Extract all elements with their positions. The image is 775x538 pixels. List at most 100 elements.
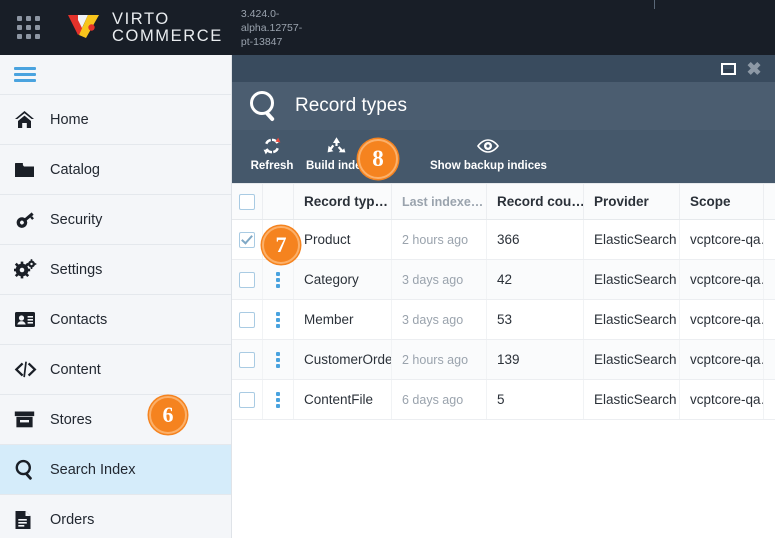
- column-header-record-count[interactable]: Record cou…: [487, 184, 584, 219]
- table-row[interactable]: Category 3 days ago 42 ElasticSearch vcp…: [232, 260, 775, 300]
- row-end-cell: [764, 300, 775, 339]
- row-checkbox[interactable]: [239, 311, 255, 328]
- sidebar-item-search-index[interactable]: Search Index: [0, 445, 231, 495]
- page-title: Record types: [295, 95, 407, 116]
- column-header-record-type[interactable]: Record typ…: [294, 184, 392, 219]
- cell-last-indexed: 6 days ago: [392, 380, 487, 419]
- brand-text: VIRTO COMMERCE: [112, 9, 223, 45]
- row-select-cell[interactable]: [232, 300, 263, 339]
- cell-provider: ElasticSearch: [584, 260, 680, 299]
- sidebar-toggle-button[interactable]: [0, 55, 231, 95]
- sidebar-item-label: Search Index: [50, 461, 136, 478]
- cell-last-indexed: 2 hours ago: [392, 340, 487, 379]
- grid-header-actions-cell: [263, 184, 294, 219]
- row-actions-cell[interactable]: [263, 340, 294, 379]
- row-menu-icon[interactable]: [276, 311, 280, 328]
- blade-header: Record types: [232, 82, 775, 130]
- refresh-button[interactable]: Refresh: [250, 135, 294, 172]
- close-blade-button[interactable]: ✖: [741, 59, 767, 79]
- row-menu-icon[interactable]: [276, 271, 280, 288]
- cell-record-count: 139: [487, 340, 584, 379]
- row-checkbox[interactable]: [239, 231, 255, 248]
- eye-icon: [476, 135, 500, 157]
- record-types-grid: Record typ… Last indexe… Record cou… Pro…: [232, 183, 775, 479]
- restore-window-button[interactable]: [715, 59, 741, 79]
- gears-icon: [14, 258, 44, 282]
- sidebar-item-content[interactable]: Content: [0, 345, 231, 395]
- apps-grid-button[interactable]: [0, 0, 56, 55]
- table-row[interactable]: CustomerOrde 2 hours ago 139 ElasticSear…: [232, 340, 775, 380]
- row-checkbox[interactable]: [239, 271, 255, 288]
- callout-badge-6: 6: [149, 396, 187, 434]
- sidebar-item-settings[interactable]: Settings: [0, 245, 231, 295]
- row-actions-cell[interactable]: [263, 380, 294, 419]
- row-end-cell: [764, 380, 775, 419]
- row-select-cell[interactable]: [232, 380, 263, 419]
- close-icon: ✖: [746, 58, 762, 79]
- table-row[interactable]: ContentFile 6 days ago 5 ElasticSearch v…: [232, 380, 775, 420]
- row-menu-icon[interactable]: [276, 351, 280, 368]
- cell-last-indexed: 3 days ago: [392, 260, 487, 299]
- select-all-checkbox[interactable]: [239, 193, 255, 210]
- sidebar-item-label: Home: [50, 111, 89, 128]
- cell-record-type: ContentFile: [294, 380, 392, 419]
- cell-provider: ElasticSearch: [584, 300, 680, 339]
- row-select-cell[interactable]: [232, 220, 263, 259]
- callout-badge-8: 8: [358, 139, 398, 179]
- sidebar-item-security[interactable]: Security: [0, 195, 231, 245]
- cell-record-count: 366: [487, 220, 584, 259]
- cell-scope: vcptcore-qa…: [680, 340, 764, 379]
- cell-scope: vcptcore-qa…: [680, 220, 764, 259]
- sidebar-item-home[interactable]: Home: [0, 95, 231, 145]
- table-row[interactable]: Product 2 hours ago 366 ElasticSearch vc…: [232, 220, 775, 260]
- column-header-provider[interactable]: Provider: [584, 184, 680, 219]
- column-header-scope[interactable]: Scope: [680, 184, 764, 219]
- cell-scope: vcptcore-qa…: [680, 300, 764, 339]
- sidebar-item-catalog[interactable]: Catalog: [0, 145, 231, 195]
- column-config-cell: [764, 184, 775, 219]
- cell-record-type: CustomerOrde: [294, 340, 392, 379]
- sidebar-item-stores[interactable]: Stores: [0, 395, 231, 445]
- key-icon: [14, 208, 44, 232]
- row-select-cell[interactable]: [232, 260, 263, 299]
- show-backup-indices-button[interactable]: Show backup indices: [430, 135, 547, 172]
- brand[interactable]: VIRTO COMMERCE: [66, 9, 223, 45]
- sidebar-item-orders[interactable]: Orders: [0, 495, 231, 538]
- toolbar-button-label: Refresh: [250, 160, 294, 172]
- blade-toolbar: Refresh Build index Show backup indices: [232, 130, 775, 183]
- cell-record-type: Category: [294, 260, 392, 299]
- blade-window-controls: ✖: [232, 55, 775, 82]
- store-box-icon: [14, 408, 44, 432]
- code-tags-icon: [14, 358, 44, 382]
- row-actions-cell[interactable]: [263, 300, 294, 339]
- cell-last-indexed: 2 hours ago: [392, 220, 487, 259]
- sidebar-item-label: Security: [50, 211, 103, 228]
- row-actions-cell[interactable]: [263, 260, 294, 299]
- magnifier-icon: [14, 458, 44, 482]
- hamburger-menu-icon: [14, 67, 36, 82]
- sidebar-item-label: Orders: [50, 511, 95, 528]
- row-checkbox[interactable]: [239, 351, 255, 368]
- sync-refresh-icon: [262, 135, 282, 157]
- cell-record-count: 5: [487, 380, 584, 419]
- sidebar-item-contacts[interactable]: Contacts: [0, 295, 231, 345]
- row-checkbox[interactable]: [239, 391, 255, 408]
- virto-commerce-logo-icon: [66, 11, 102, 45]
- grid-header-row: Record typ… Last indexe… Record cou… Pro…: [232, 183, 775, 220]
- row-menu-icon[interactable]: [276, 391, 280, 408]
- top-bar: VIRTO COMMERCE 3.424.0-alpha.12757-pt-13…: [0, 0, 775, 55]
- select-all-cell[interactable]: [232, 184, 263, 219]
- sidebar-item-label: Stores: [50, 411, 92, 428]
- cell-record-count: 42: [487, 260, 584, 299]
- row-end-cell: [764, 260, 775, 299]
- cell-scope: vcptcore-qa…: [680, 380, 764, 419]
- apps-grid-icon: [16, 16, 40, 39]
- sidebar-item-label: Settings: [50, 261, 103, 278]
- contact-card-icon: [14, 308, 44, 332]
- column-header-last-indexed[interactable]: Last indexe…: [392, 184, 487, 219]
- row-select-cell[interactable]: [232, 340, 263, 379]
- document-icon: [14, 508, 44, 532]
- brand-line-1: VIRTO: [112, 9, 170, 28]
- recycle-build-icon: [326, 135, 347, 157]
- table-row[interactable]: Member 3 days ago 53 ElasticSearch vcptc…: [232, 300, 775, 340]
